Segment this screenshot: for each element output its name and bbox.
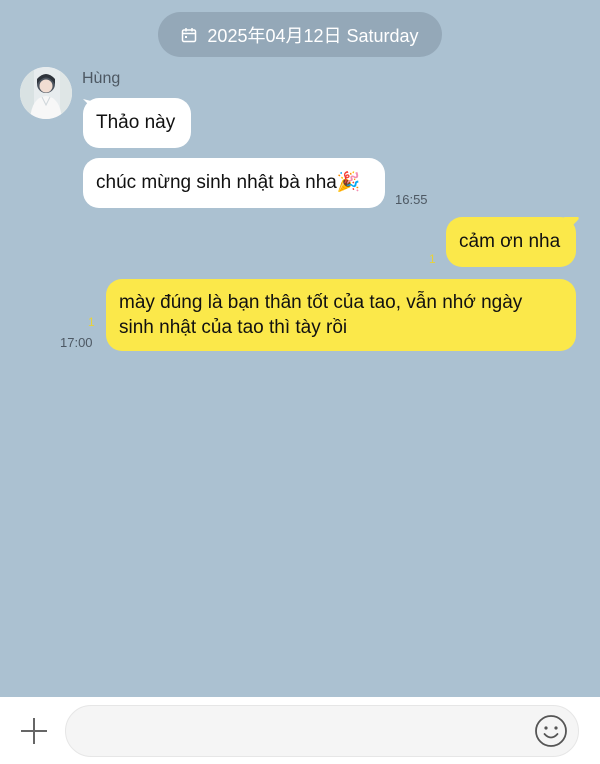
calendar-icon: [182, 27, 197, 42]
plus-icon: [21, 718, 47, 744]
message-text: chúc mừng sinh nhật bà nha🎉: [96, 172, 361, 193]
unread-count: 1: [88, 315, 95, 329]
attach-button[interactable]: [20, 717, 48, 745]
sender-name: Hùng: [82, 70, 121, 87]
date-divider: 2025年04月12日 Saturday: [158, 12, 442, 57]
message-text: cảm ơn nha: [459, 231, 561, 252]
emoji-button[interactable]: [534, 714, 568, 748]
incoming-message-bubble[interactable]: chúc mừng sinh nhật bà nha🎉: [83, 158, 385, 208]
date-text: 2025年04月12日 Saturday: [207, 25, 419, 46]
message-text-line: sinh nhật của tao thì tày rồi: [119, 317, 348, 338]
bubble-tail: [564, 217, 579, 230]
avatar-image: [20, 67, 72, 119]
outgoing-message-bubble[interactable]: mày đúng là bạn thân tốt của tao, vẫn nh…: [106, 279, 576, 351]
message-input[interactable]: [65, 705, 579, 757]
message-time: 17:00: [60, 335, 93, 350]
incoming-message-bubble[interactable]: Thảo này: [83, 98, 191, 148]
message-time: 16:55: [395, 192, 428, 207]
message-text: Thảo này: [96, 112, 176, 133]
avatar[interactable]: [20, 67, 72, 119]
emoji-icon: [535, 715, 567, 747]
message-text-line: mày đúng là bạn thân tốt của tao, vẫn nh…: [119, 292, 523, 313]
unread-count: 1: [429, 252, 436, 266]
outgoing-message-bubble[interactable]: cảm ơn nha: [446, 217, 576, 267]
